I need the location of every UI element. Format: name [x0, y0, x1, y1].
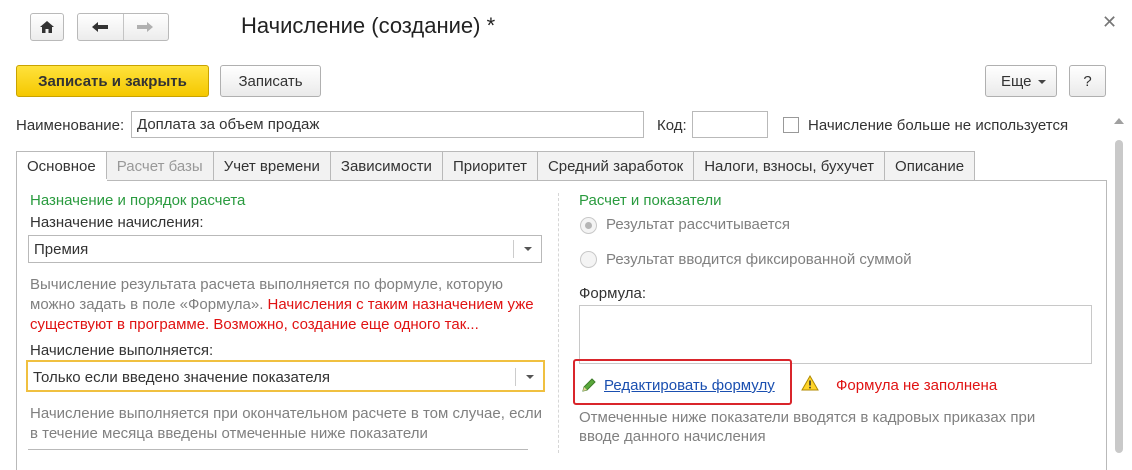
more-button[interactable]: Еще [985, 65, 1057, 97]
unused-checkbox[interactable] [783, 117, 799, 133]
code-label: Код: [657, 117, 687, 134]
name-field[interactable]: Доплата за объем продаж [131, 111, 644, 138]
tab-taxes[interactable]: Налоги, взносы, бухучет [694, 151, 886, 181]
back-button[interactable] [78, 14, 123, 40]
tab-dependencies[interactable]: Зависимости [330, 151, 443, 181]
tab-description[interactable]: Описание [885, 151, 976, 181]
formula-field[interactable] [579, 305, 1092, 364]
unused-label: Начисление больше не используется [808, 117, 1069, 134]
save-button[interactable]: Записать [220, 65, 321, 97]
purpose-select[interactable]: Премия [28, 235, 542, 263]
home-icon [40, 21, 54, 33]
warning-icon [801, 375, 819, 391]
home-button[interactable] [30, 13, 64, 41]
scroll-up-icon[interactable] [1114, 118, 1124, 124]
close-icon[interactable]: ✕ [1102, 12, 1117, 33]
dropdown-arrow-icon [526, 375, 534, 379]
indicators-note: Отмеченные ниже показатели вводятся в ка… [579, 409, 1036, 445]
name-label: Наименование: [16, 117, 125, 134]
edit-formula-link[interactable]: Редактировать формулу [604, 377, 775, 394]
dropdown-arrow-icon [524, 247, 532, 251]
formula-warning: Формула не заполнена [836, 377, 998, 394]
purpose-label: Назначение начисления: [30, 214, 204, 231]
forward-button[interactable] [124, 14, 169, 40]
tab-main[interactable]: Основное [16, 151, 107, 181]
scrollbar[interactable] [1115, 140, 1123, 453]
formula-label: Формула: [579, 285, 647, 302]
performed-value: Только если введено значение показателя [33, 369, 330, 386]
tab-base-calculation[interactable]: Расчет базы [106, 151, 214, 181]
help-button[interactable]: ? [1069, 65, 1106, 97]
arrow-left-icon [92, 22, 108, 32]
tab-priority[interactable]: Приоритет [442, 151, 538, 181]
performed-note: Начисление выполняется при окончательном… [30, 405, 543, 442]
tab-average-earnings[interactable]: Средний заработок [537, 151, 695, 181]
arrow-right-icon [137, 22, 153, 32]
pencil-icon [582, 378, 596, 392]
column-divider [558, 193, 559, 453]
more-button-label: Еще [1001, 72, 1032, 90]
radio-fixed[interactable] [580, 251, 597, 268]
performed-label: Начисление выполняется: [30, 342, 214, 359]
tab-bar: Основное Расчет базы Учет времени Зависи… [16, 151, 976, 181]
code-field[interactable] [692, 111, 768, 138]
tab-time-accounting[interactable]: Учет времени [213, 151, 331, 181]
section-title-purpose: Назначение и порядок расчета [30, 192, 246, 209]
performed-select[interactable]: Только если введено значение показателя [26, 360, 545, 392]
radio-calculated[interactable] [580, 217, 597, 234]
window-title: Начисление (создание) * [241, 13, 496, 38]
chevron-down-icon [1038, 80, 1046, 84]
radio-fixed-label: Результат вводится фиксированной суммой [606, 251, 912, 268]
purpose-info: Вычисление результата расчета выполняетс… [30, 275, 550, 335]
purpose-value: Премия [34, 241, 89, 258]
section-title-calculation: Расчет и показатели [579, 192, 722, 209]
save-and-close-button[interactable]: Записать и закрыть [16, 65, 209, 97]
radio-calculated-label: Результат рассчитывается [606, 216, 791, 233]
